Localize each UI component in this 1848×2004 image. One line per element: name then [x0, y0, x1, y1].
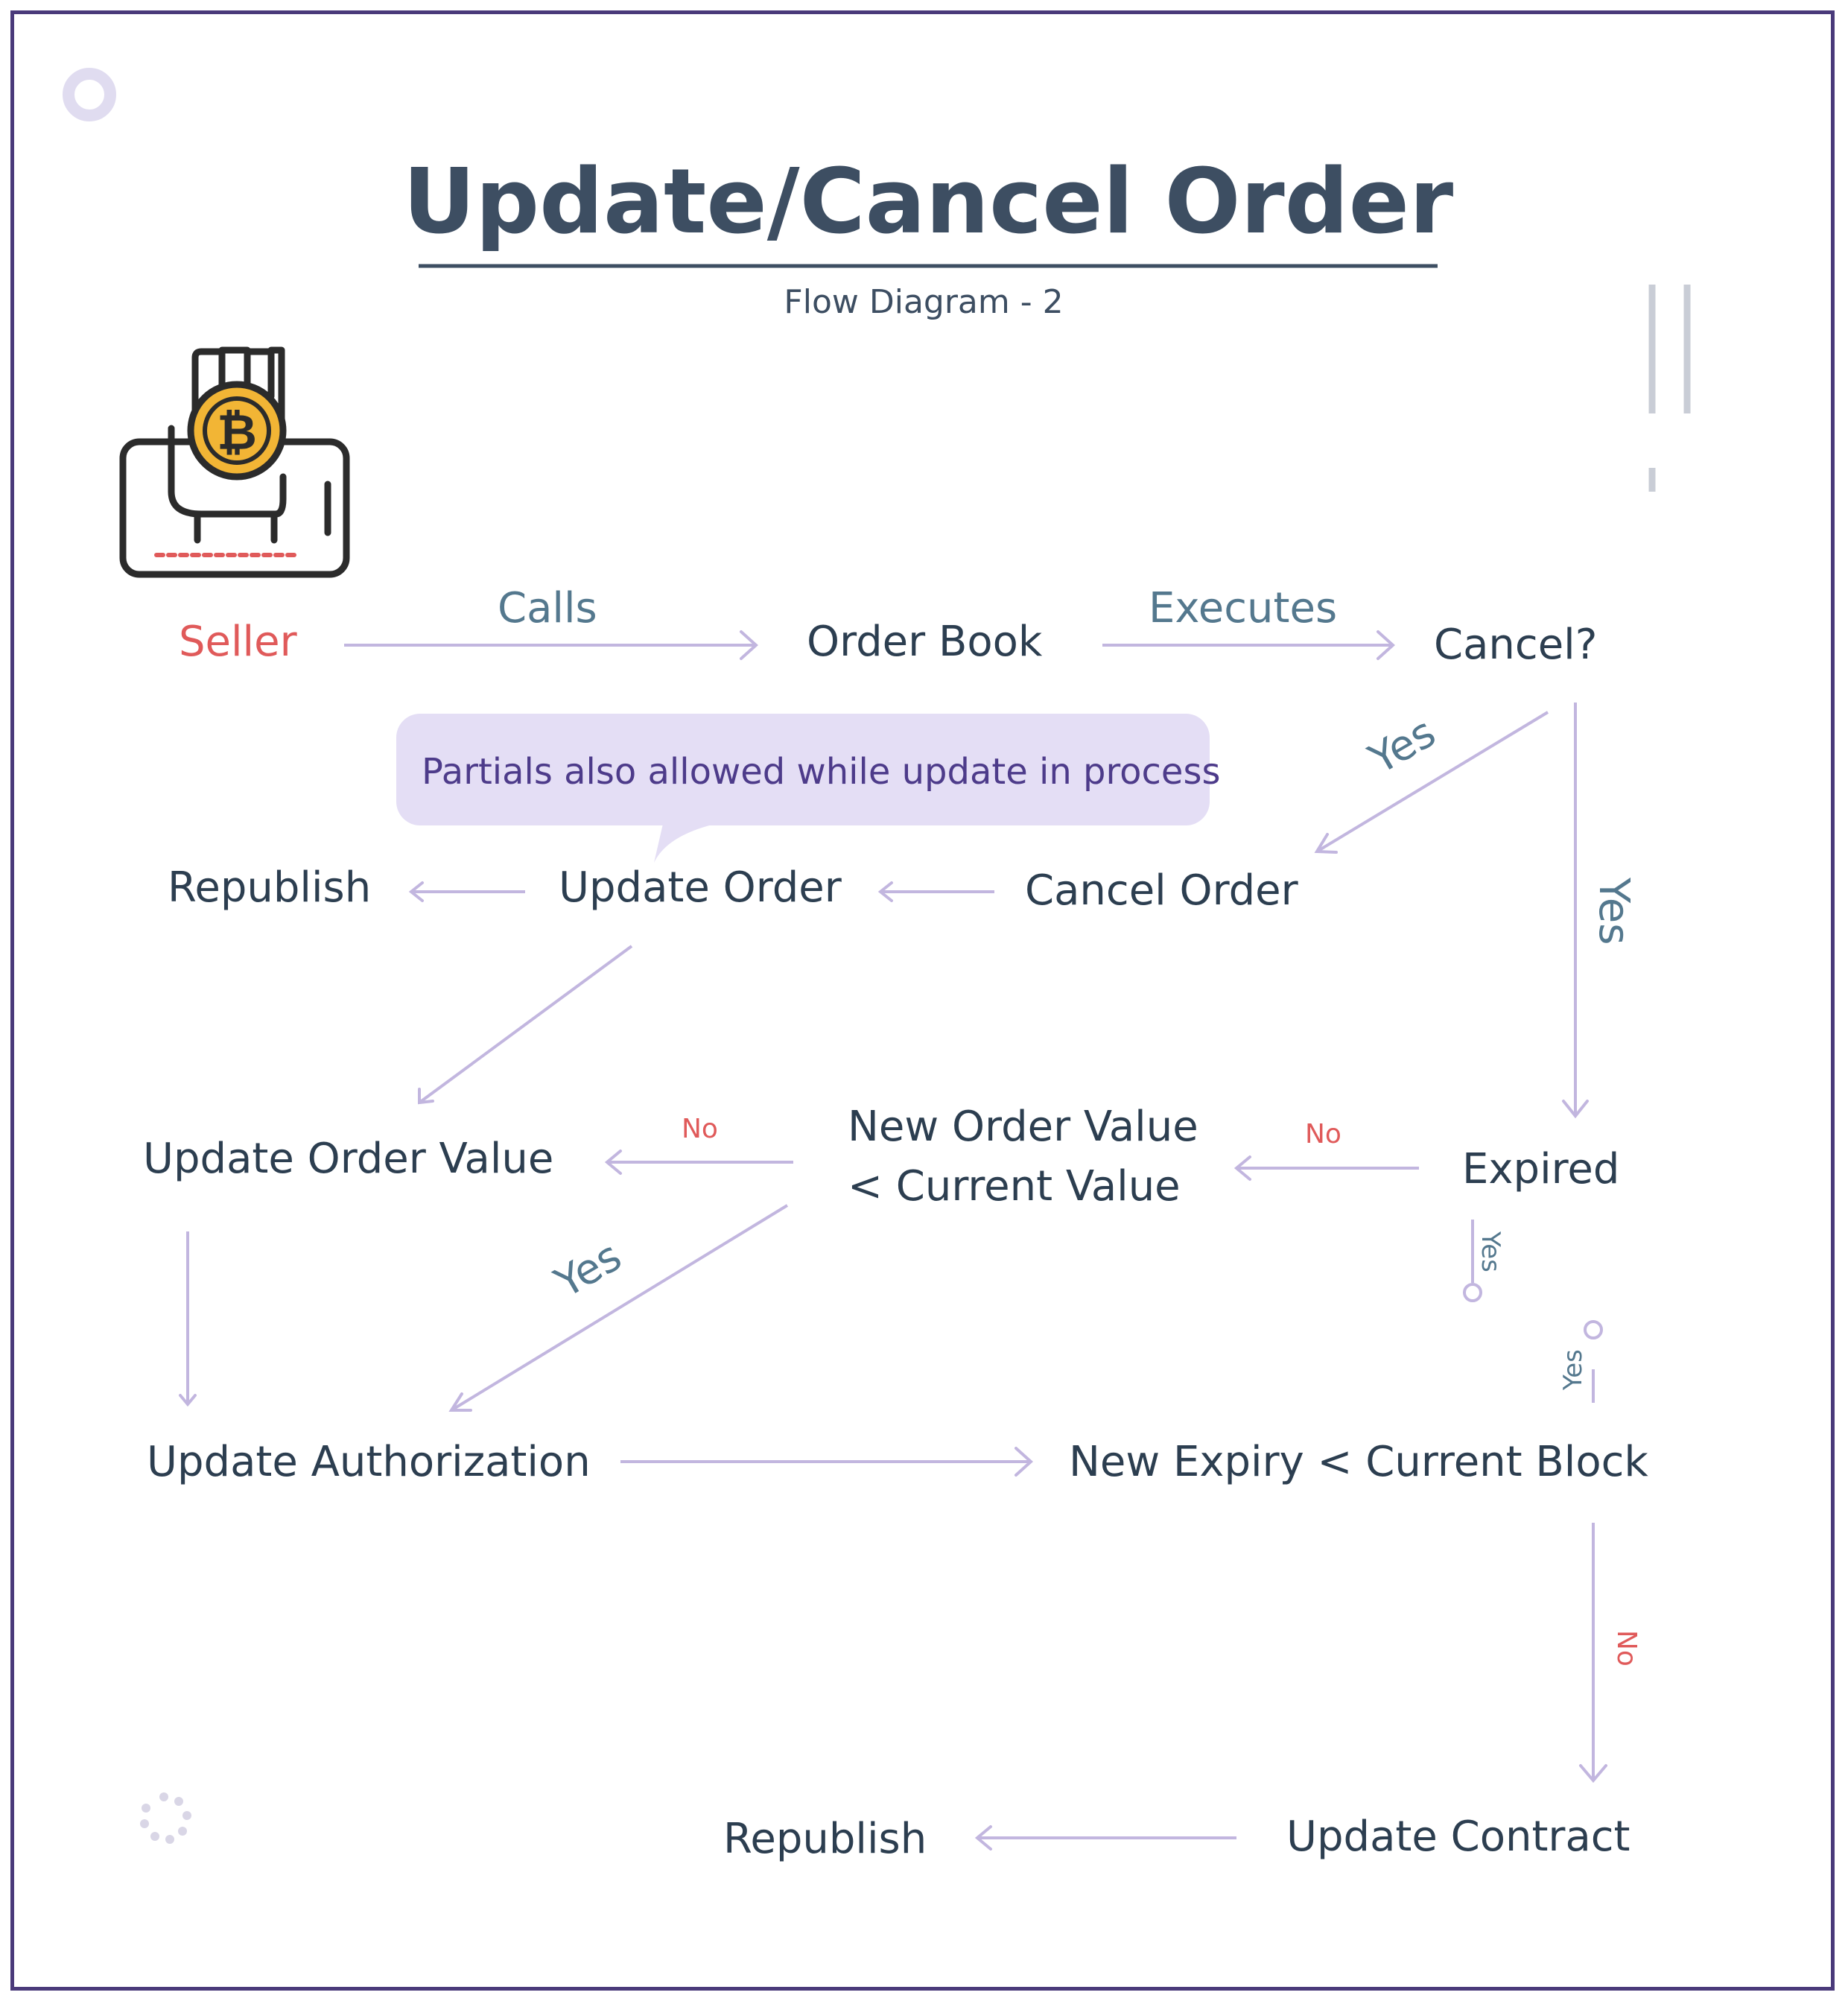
node-expired: Expired [1462, 1145, 1619, 1193]
node-seller: Seller [179, 618, 298, 666]
edge-newvalue-updatevalue [604, 1150, 793, 1175]
edge-cancelorder-updateorder [877, 881, 994, 902]
label-no-value: No [682, 1114, 718, 1144]
node-order-book: Order Book [807, 618, 1043, 666]
callout-text: Partials also allowed while update in pr… [422, 751, 1220, 793]
edge-updatevalue-authorization [179, 1231, 197, 1407]
label-calls: Calls [498, 584, 597, 632]
edge-updateorder-republish [408, 881, 525, 902]
node-update-contract: Update Contract [1286, 1813, 1631, 1861]
flow-diagram: Update/Cancel Order Flow Diagram - 2 ₿ P… [63, 68, 1691, 1863]
edge-newvalue-authorization [448, 1204, 789, 1412]
edge-seller-orderbook [344, 630, 758, 660]
edge-updatecontract-republish [974, 1825, 1236, 1851]
node-update-order: Update Order [559, 863, 842, 912]
label-no-expired: No [1305, 1119, 1341, 1150]
label-yes-expired-small: Yes [1476, 1231, 1505, 1272]
edge-updateorder-updatevalue [418, 945, 633, 1105]
node-new-order-value-line2: < Current Value [848, 1162, 1181, 1211]
label-yes-value: Yes [547, 1232, 630, 1308]
label-yes-block-small: Yes [1558, 1349, 1588, 1391]
node-update-order-value: Update Order Value [143, 1135, 553, 1183]
node-new-order-value-line1: New Order Value [848, 1103, 1198, 1151]
bitcoin-symbol: ₿ [217, 404, 257, 461]
edge-newexpiry-updatecontract [1579, 1523, 1607, 1783]
page-subtitle: Flow Diagram - 2 [784, 283, 1063, 321]
node-republish-bottom: Republish [723, 1815, 927, 1863]
node-cancel-order: Cancel Order [1025, 866, 1299, 915]
edge-authorization-newexpiry [620, 1447, 1033, 1477]
label-no-block: No [1611, 1630, 1642, 1667]
node-cancel-question: Cancel? [1434, 621, 1597, 669]
edge-orderbook-cancel [1102, 630, 1395, 660]
decorative-dots [140, 1792, 191, 1844]
label-yes-expired: Yes [1590, 877, 1638, 945]
decorative-lines [1648, 285, 1691, 492]
page-title: Update/Cancel Order [403, 150, 1453, 254]
node-republish-top: Republish [168, 863, 371, 912]
label-executes: Executes [1149, 584, 1337, 632]
edge-cancel-expired [1562, 703, 1589, 1119]
node-new-expiry: New Expiry < Current Block [1069, 1438, 1648, 1486]
node-update-authorization: Update Authorization [147, 1438, 591, 1486]
label-yes-cancel-order: Yes [1361, 708, 1444, 784]
edge-expired-newvalue [1233, 1155, 1419, 1181]
callout-bubble: Partials also allowed while update in pr… [396, 714, 1220, 863]
decorative-ring [63, 68, 116, 121]
bitcoin-coin-icon: ₿ [187, 381, 287, 481]
